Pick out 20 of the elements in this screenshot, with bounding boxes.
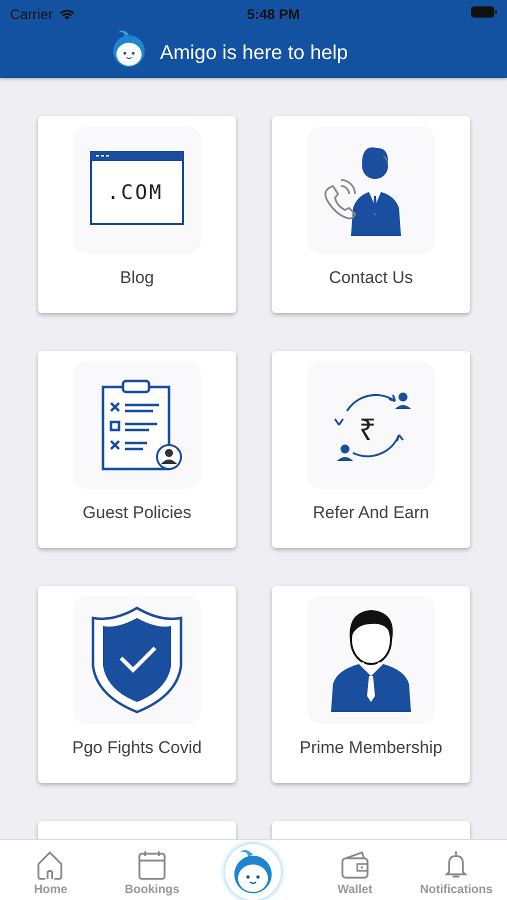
- card-label: Prime Membership: [300, 738, 442, 758]
- card-label: Refer And Earn: [312, 503, 430, 523]
- menu-card[interactable]: Prime Membership: [272, 586, 470, 783]
- card-label: Blog: [120, 268, 154, 288]
- status-time: 5:48 PM: [246, 6, 300, 22]
- header-title: Amigo is here to help: [160, 42, 348, 64]
- carrier-name: Carrier: [10, 6, 53, 22]
- menu-card[interactable]: .COM Blog: [38, 116, 236, 313]
- assistant-button[interactable]: [225, 844, 282, 900]
- menu-card[interactable]: Contact Us: [272, 116, 470, 313]
- battery-icon: [470, 6, 497, 18]
- menu-card[interactable]: Guest Policies: [38, 351, 236, 548]
- card-label: Guest Policies: [82, 503, 192, 523]
- menu-card[interactable]: Pgo Fights Covid: [38, 586, 236, 783]
- card-label: Pgo Fights Covid: [72, 738, 202, 758]
- wifi-icon: [58, 8, 76, 20]
- domain-text: .COM: [107, 180, 164, 204]
- menu-card[interactable]: ₹ Refer And Earn: [272, 351, 470, 548]
- rupee-symbol: ₹: [359, 413, 376, 449]
- card-label: Contact Us: [328, 268, 414, 288]
